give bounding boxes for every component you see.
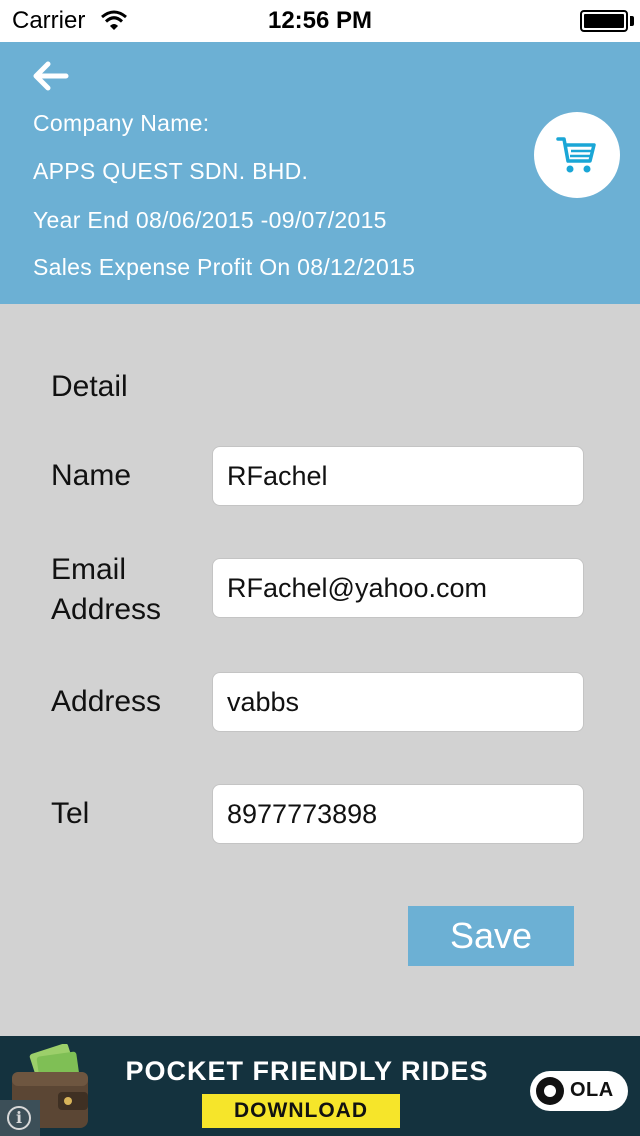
address-input[interactable]: [212, 672, 584, 732]
name-label: Name: [51, 459, 132, 492]
info-icon: i: [7, 1106, 31, 1130]
save-button[interactable]: Save: [408, 906, 574, 966]
ola-logo: OLA: [530, 1071, 628, 1111]
cart-button[interactable]: [534, 112, 620, 198]
ad-banner[interactable]: POCKET FRIENDLY RIDES DOWNLOAD OLA i: [0, 1036, 640, 1136]
year-end-range: Year End 08/06/2015 -09/07/2015: [33, 207, 387, 233]
email-input[interactable]: [212, 558, 584, 618]
ad-download-button[interactable]: DOWNLOAD: [202, 1094, 400, 1128]
name-input[interactable]: [212, 446, 584, 506]
tel-input[interactable]: [212, 784, 584, 844]
arrow-left-icon: [33, 61, 69, 91]
ola-brand-text: OLA: [570, 1079, 614, 1101]
company-header: Company Name: APPS QUEST SDN. BHD. Year …: [0, 42, 640, 304]
sales-expense-profit-date: Sales Expense Profit On 08/12/2015: [33, 254, 416, 280]
company-name-label: Company Name:: [33, 110, 210, 136]
ola-mark-icon: [536, 1077, 564, 1105]
clock: 12:56 PM: [267, 7, 373, 34]
address-label: Address: [51, 685, 162, 718]
ad-headline: POCKET FRIENDLY RIDES: [125, 1056, 489, 1086]
back-button[interactable]: [30, 56, 72, 96]
tel-label: Tel: [51, 797, 90, 830]
detail-section-title: Detail: [51, 370, 128, 403]
cart-icon: [556, 137, 596, 173]
battery-icon: [580, 10, 628, 32]
email-address-label: Email Address: [51, 553, 162, 626]
status-bar: Carrier 12:56 PM: [0, 0, 640, 42]
company-name: APPS QUEST SDN. BHD.: [33, 158, 309, 184]
ad-info-button[interactable]: i: [0, 1100, 40, 1136]
